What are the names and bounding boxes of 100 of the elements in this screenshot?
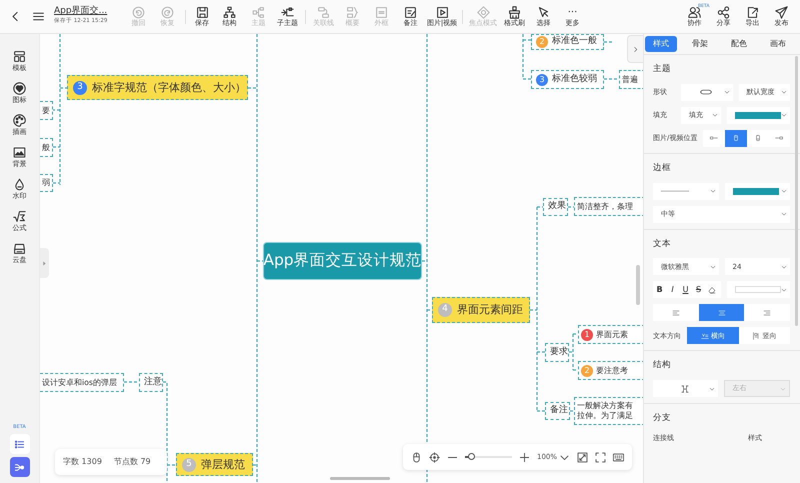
scrollbar[interactable] bbox=[795, 56, 798, 326]
number-marker: 1 bbox=[581, 328, 593, 340]
number-marker: 2 bbox=[536, 36, 548, 48]
mind-map-node[interactable]: 2 标准色一般 bbox=[531, 34, 604, 50]
caret-icon bbox=[780, 386, 786, 392]
palette-icon bbox=[13, 114, 26, 127]
caret-icon bbox=[724, 89, 730, 96]
panel-tab[interactable]: 画布 bbox=[762, 36, 794, 52]
mouse-icon bbox=[411, 452, 422, 462]
caret-icon bbox=[781, 211, 787, 217]
topic-node[interactable]: 4 界面元素间距 bbox=[432, 297, 530, 323]
mind-map-node[interactable]: 备注 bbox=[545, 402, 570, 420]
note-icon bbox=[404, 6, 417, 19]
caret-icon bbox=[781, 286, 787, 293]
topic-icon bbox=[252, 6, 265, 19]
brush-icon bbox=[508, 6, 521, 19]
view-button[interactable] bbox=[10, 434, 30, 454]
slider-thumb[interactable] bbox=[468, 453, 475, 460]
node-text: 弹层规范 bbox=[201, 458, 245, 472]
locate-icon bbox=[429, 452, 440, 462]
topic-node[interactable]: 3 标准字规范（字体颜色、大小） bbox=[67, 75, 248, 100]
connector-line bbox=[604, 41, 612, 43]
format-button[interactable]: I bbox=[666, 284, 679, 296]
structure-icon bbox=[680, 384, 690, 394]
stat-text: 字数 1309 bbox=[63, 456, 102, 468]
node-text: 标准字规范（字体颜色、大小） bbox=[92, 80, 246, 94]
people-icon bbox=[688, 6, 701, 19]
export-icon bbox=[746, 6, 759, 19]
brace-icon bbox=[346, 6, 359, 19]
image-icon bbox=[13, 146, 26, 159]
formula-icon bbox=[13, 210, 26, 223]
align-left-icon bbox=[672, 308, 680, 317]
caret-icon bbox=[712, 112, 718, 118]
more-icon: ··· bbox=[568, 6, 578, 19]
number-marker: 3 bbox=[536, 74, 548, 86]
caret-icon bbox=[710, 264, 716, 270]
color-swatch bbox=[735, 286, 781, 294]
collapse-handle[interactable] bbox=[40, 248, 49, 278]
segment-button[interactable] bbox=[725, 130, 747, 147]
connector-line bbox=[124, 381, 139, 383]
position-top-icon bbox=[732, 134, 740, 142]
cursor-icon bbox=[537, 6, 550, 19]
position-bottom-icon bbox=[754, 134, 762, 142]
fullscreen-icon bbox=[595, 452, 606, 462]
panel-tab[interactable]: 样式 bbox=[645, 36, 677, 52]
node-text: 标准色较弱 bbox=[552, 74, 597, 86]
number-marker: 3 bbox=[73, 80, 87, 94]
plus-icon bbox=[518, 452, 530, 462]
section-title: 分支 bbox=[653, 412, 672, 425]
caret-icon bbox=[781, 188, 787, 194]
format-button[interactable]: S bbox=[692, 284, 705, 296]
list-icon bbox=[14, 438, 25, 450]
mind-map-node[interactable]: 效果 bbox=[543, 198, 568, 216]
menu-icon bbox=[32, 10, 44, 23]
segment-button[interactable] bbox=[698, 304, 744, 322]
connector-line bbox=[568, 206, 574, 208]
mind-map-icon bbox=[14, 462, 25, 472]
horizontal-text-icon bbox=[700, 332, 709, 340]
expand-handle[interactable] bbox=[627, 35, 643, 63]
connector-line bbox=[570, 410, 574, 412]
relation-line-icon bbox=[317, 6, 330, 19]
dropdown[interactable] bbox=[724, 182, 790, 200]
diamond-target-icon bbox=[476, 6, 490, 19]
node-text: 界面元素间距 bbox=[457, 303, 523, 317]
caret-icon bbox=[781, 264, 787, 270]
panel-tab[interactable]: 骨架 bbox=[684, 36, 716, 52]
mind-map-node[interactable]: 3 标准色较弱 bbox=[531, 70, 604, 89]
dropdown[interactable] bbox=[727, 106, 790, 124]
undo-icon bbox=[132, 6, 145, 19]
align-right-icon bbox=[763, 308, 772, 317]
format-button[interactable]: B bbox=[653, 284, 666, 296]
number-marker: 4 bbox=[438, 303, 452, 317]
hierarchy-icon bbox=[223, 6, 236, 19]
mind-map-node[interactable]: 要求 bbox=[545, 343, 569, 362]
keyboard-icon bbox=[613, 452, 624, 462]
number-marker: 5 bbox=[182, 458, 196, 472]
vertical-text-icon bbox=[752, 332, 760, 340]
connector-line bbox=[604, 78, 619, 80]
subtopic-icon bbox=[281, 6, 294, 19]
position-left-icon bbox=[710, 134, 718, 142]
node-text: 标准色一般 bbox=[552, 36, 597, 48]
section-title: 结构 bbox=[653, 359, 672, 372]
document-title[interactable]: App界面交... bbox=[54, 7, 124, 18]
dropdown[interactable] bbox=[681, 84, 732, 101]
chevron-icon bbox=[632, 46, 639, 52]
share-icon bbox=[717, 6, 730, 19]
format-button[interactable]: U bbox=[679, 284, 692, 296]
topic-node[interactable]: 5 弹层规范 bbox=[176, 453, 253, 476]
align-center-icon bbox=[718, 308, 726, 317]
mind-map-node[interactable]: 注意 bbox=[139, 373, 163, 392]
view-button[interactable] bbox=[10, 457, 30, 477]
scrollbar[interactable] bbox=[636, 265, 640, 305]
caret-icon bbox=[781, 89, 787, 96]
section-title: 边框 bbox=[653, 162, 672, 174]
caret-icon bbox=[710, 188, 716, 194]
section-title: 文本 bbox=[653, 238, 672, 250]
panel-tab[interactable]: 配色 bbox=[723, 36, 755, 52]
frame-icon bbox=[375, 6, 388, 19]
position-right-icon bbox=[775, 134, 784, 142]
number-marker: 2 bbox=[581, 364, 593, 376]
